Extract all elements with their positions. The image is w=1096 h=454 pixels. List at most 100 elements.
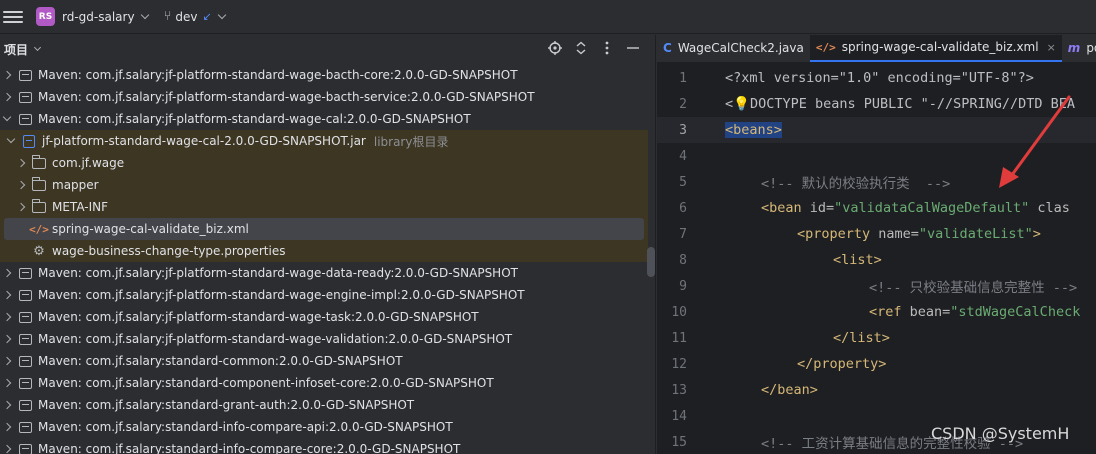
chevron-right-icon[interactable]: [2, 70, 12, 80]
xml-file-icon: </>: [29, 222, 49, 236]
tab-pom-xml[interactable]: m pom.xm: [1062, 35, 1096, 62]
chevron-right-icon[interactable]: [2, 378, 12, 388]
tree-row-file[interactable]: ⚙ wage-business-change-type.properties: [0, 240, 648, 262]
chevron-right-icon[interactable]: [2, 422, 12, 432]
code-area[interactable]: 1 <?xml version="1.0" encoding="UTF-8"?>…: [657, 65, 1096, 454]
chevron-down-icon[interactable]: [33, 43, 42, 52]
chevron-right-icon[interactable]: [16, 202, 26, 212]
more-icon[interactable]: [599, 39, 615, 57]
folder-icon: [31, 176, 46, 191]
line-number: 3: [679, 122, 687, 138]
tree-row-label: Maven: com.jf.salary:jf-platform-standar…: [38, 90, 535, 104]
chevron-down-icon[interactable]: [6, 134, 16, 144]
code-text: <💡DOCTYPE beans PUBLIC "-//SPRING//DTD B…: [725, 96, 1076, 112]
code-text: <property name="validateList">: [797, 226, 1041, 242]
code-line: 13 </bean>: [657, 377, 1096, 403]
chevron-right-icon[interactable]: [2, 444, 12, 454]
code-line: 10 <ref bean="stdWageCalCheck: [657, 299, 1096, 325]
project-name[interactable]: rd-gd-salary: [62, 10, 135, 24]
tree-row-folder[interactable]: META-INF: [0, 196, 648, 218]
tree-row-label: Maven: com.jf.salary:standard-common:2.0…: [38, 354, 403, 368]
tree-row-maven-lib[interactable]: Maven: com.jf.salary:standard-common:2.0…: [0, 350, 648, 372]
tab-wagecalcheck2-java[interactable]: C WageCalCheck2.java: [657, 35, 810, 62]
tree-row-folder[interactable]: mapper: [0, 174, 648, 196]
code-text: <list>: [833, 252, 882, 268]
git-branch-icon[interactable]: ⑂: [164, 9, 172, 24]
code-text: <bean id="validataCalWageDefault" clas: [761, 200, 1070, 216]
tree-row-maven-lib[interactable]: Maven: com.jf.salary:jf-platform-standar…: [0, 86, 648, 108]
maven-pom-icon: m: [1067, 41, 1081, 55]
tree-row-maven-lib[interactable]: Maven: com.jf.salary:standard-grant-auth…: [0, 394, 648, 416]
tree-row-maven-lib-expanded[interactable]: Maven: com.jf.salary:jf-platform-standar…: [0, 108, 648, 130]
tab-spring-wage-cal-validate-biz-xml[interactable]: </> spring-wage-cal-validate_biz.xml ×: [809, 35, 1062, 62]
chevron-right-icon[interactable]: [2, 400, 12, 410]
project-badge[interactable]: RS: [36, 7, 55, 26]
main-menu-icon[interactable]: [3, 7, 23, 27]
tree-row-label: Maven: com.jf.salary:jf-platform-standar…: [38, 332, 513, 346]
tree-row-maven-lib[interactable]: Maven: com.jf.salary:standard-component-…: [0, 372, 648, 394]
tree-row-label: jf-platform-standard-wage-cal-2.0.0-GD-S…: [42, 134, 366, 148]
code-line: 9 <!-- 只校验基础信息完整性 -->: [657, 273, 1096, 299]
project-panel-title[interactable]: 项目: [4, 41, 28, 58]
tree-row-label: Maven: com.jf.salary:standard-grant-auth…: [38, 398, 415, 412]
chevron-down-icon[interactable]: [2, 112, 12, 122]
code-comment: <!-- 只校验基础信息完整性 -->: [869, 280, 1078, 296]
expand-collapse-icon[interactable]: [573, 39, 589, 57]
project-tree: Maven: com.jf.salary:jf-platform-standar…: [0, 64, 648, 454]
chevron-right-icon[interactable]: [2, 334, 12, 344]
line-number: 7: [679, 226, 687, 242]
code-line: 7 <property name="validateList">: [657, 221, 1096, 247]
chevron-right-icon[interactable]: [16, 180, 26, 190]
code-text: <?xml version="1.0" encoding="UTF-8"?>: [725, 70, 1034, 86]
maven-library-icon: [18, 289, 32, 301]
line-number: 11: [671, 330, 687, 346]
tab-label: pom.xm: [1086, 41, 1096, 55]
line-number: 9: [679, 278, 687, 294]
line-number: 6: [679, 200, 687, 216]
library-root-hint: library根目录: [373, 134, 449, 149]
locate-icon[interactable]: [547, 39, 563, 57]
chevron-down-icon[interactable]: [217, 10, 226, 19]
chevron-right-icon[interactable]: [2, 268, 12, 278]
title-bar: RS rd-gd-salary ⑂ dev ↙: [0, 0, 1096, 34]
branch-name[interactable]: dev: [175, 10, 197, 24]
chevron-right-icon[interactable]: [2, 290, 12, 300]
tree-row-maven-lib[interactable]: Maven: com.jf.salary:standard-info-compa…: [0, 438, 648, 454]
tree-row-jar[interactable]: jf-platform-standard-wage-cal-2.0.0-GD-S…: [0, 130, 648, 152]
selected-text: <beans>: [725, 122, 782, 138]
tree-row-selected-file[interactable]: </> spring-wage-cal-validate_biz.xml: [0, 218, 648, 240]
tree-row-package[interactable]: com.jf.wage: [0, 152, 648, 174]
tree-row-maven-lib[interactable]: Maven: com.jf.salary:jf-platform-standar…: [0, 64, 648, 86]
close-icon[interactable]: ×: [1047, 41, 1056, 54]
chevron-right-icon[interactable]: [2, 312, 12, 322]
minimize-icon[interactable]: [625, 39, 641, 57]
panel-toolbar: [547, 39, 641, 57]
tree-row-label: spring-wage-cal-validate_biz.xml: [52, 222, 249, 236]
chevron-right-icon[interactable]: [2, 356, 12, 366]
chevron-right-icon[interactable]: [2, 92, 12, 102]
chevron-down-icon[interactable]: [140, 10, 149, 19]
maven-library-icon: [18, 311, 32, 323]
line-number: 5: [679, 174, 687, 190]
tree-row-label: wage-business-change-type.properties: [52, 244, 286, 258]
maven-library-icon: [18, 267, 32, 279]
vertical-scrollbar[interactable]: [647, 247, 655, 277]
tree-row-maven-lib[interactable]: Maven: com.jf.salary:jf-platform-standar…: [0, 328, 648, 350]
incoming-changes-icon: ↙: [202, 10, 212, 23]
tree-row-label: Maven: com.jf.salary:jf-platform-standar…: [38, 112, 471, 126]
line-number: 12: [671, 356, 687, 372]
maven-library-icon: [18, 113, 32, 125]
chevron-right-icon[interactable]: [16, 158, 26, 168]
code-line: 12 </property>: [657, 351, 1096, 377]
tree-row-maven-lib[interactable]: Maven: com.jf.salary:jf-platform-standar…: [0, 306, 648, 328]
tree-row-maven-lib[interactable]: Maven: com.jf.salary:jf-platform-standar…: [0, 284, 648, 306]
maven-library-icon: [18, 399, 32, 411]
line-number: 13: [671, 382, 687, 398]
tree-row-label: Maven: com.jf.salary:jf-platform-standar…: [38, 288, 525, 302]
tree-row-maven-lib[interactable]: Maven: com.jf.salary:standard-info-compa…: [0, 416, 648, 438]
tree-row-label: Maven: com.jf.salary:jf-platform-standar…: [38, 266, 518, 280]
intention-bulb-icon[interactable]: 💡: [733, 96, 750, 112]
tree-row-maven-lib[interactable]: Maven: com.jf.salary:jf-platform-standar…: [0, 262, 648, 284]
code-text: <ref bean="stdWageCalCheck: [869, 304, 1081, 320]
tab-label: spring-wage-cal-validate_biz.xml: [841, 40, 1039, 54]
